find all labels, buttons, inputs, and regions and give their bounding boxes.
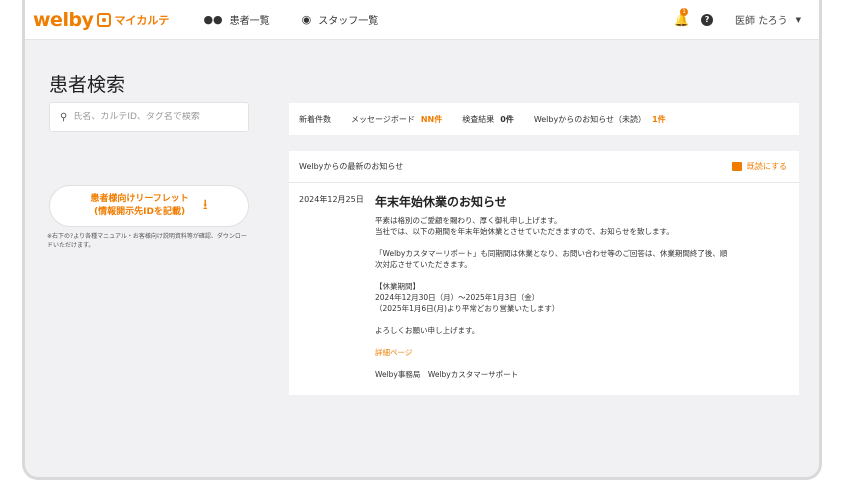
notice-closing: よろしくお願い申し上げます。	[375, 326, 480, 335]
nav-staff-list-label: スタッフ一覧	[318, 16, 379, 27]
stats-message-label: メッセージボード	[351, 114, 415, 124]
notice-date: 2024年12月25日	[299, 195, 364, 204]
people-icon: ●●	[203, 13, 223, 26]
notice-text-line: 平素は格別のご愛顧を賜わり、厚く御礼申し上げます。	[375, 216, 562, 225]
leaflet-label: 患者様向けリーフレット (情報開示先IDを記載)	[90, 193, 188, 219]
detail-page-link[interactable]: 詳細ページ	[375, 347, 412, 358]
leaflet-note: ※右下の?より各種マニュアル・お客様向け説明資料等が確認、ダウンロードいただけま…	[47, 233, 247, 249]
notice-period-resume: （2025年1月6日(月)より平常どおり営業いたします）	[375, 304, 560, 313]
chevron-down-icon[interactable]: ▼	[796, 16, 801, 24]
notice-text-line: 当社では、以下の期間を年末年始休業とさせていただきますので、お知らせを致します。	[375, 227, 674, 236]
leaflet-label-line2: (情報開示先IDを記載)	[94, 207, 186, 217]
search-input[interactable]	[73, 112, 234, 122]
notice-item: 2024年12月25日 年末年始休業のお知らせ 平素は格別のご愛顧を賜わり、厚く…	[289, 183, 799, 391]
logo-subtitle: マイカルテ	[114, 13, 170, 27]
stats-message-count: NN件	[420, 114, 443, 124]
nav-patient-list-label: 患者一覧	[229, 16, 270, 27]
notice-title: 年末年始休業のお知らせ	[375, 195, 507, 209]
notice-signature: Welby事務局 Welbyカスタマーサポート	[375, 370, 519, 379]
header-right: 🔔 1 ? 医師 たろう ▼	[674, 7, 801, 27]
notice-paragraph-2: 「Welbyカスタマーリポート」も同期間は休業となり、お問い合わせ等のご回答は、…	[375, 248, 789, 270]
help-icon[interactable]: ?	[701, 13, 714, 26]
stats-bar: 新着件数 メッセージボード NN件 検査結果 0件 Welbyからのお知らせ（未読）…	[289, 103, 799, 135]
notification-bell-icon[interactable]: 🔔 1	[674, 7, 689, 27]
logo-badge-icon	[97, 12, 112, 27]
mail-icon	[731, 162, 742, 171]
mark-read-button[interactable]: 既読にする	[731, 161, 787, 172]
notice-content: 年末年始休業のお知らせ 平素は格別のご愛顧を賜わり、厚く御礼申し上げます。 当社…	[375, 194, 789, 380]
leaflet-label-line1: 患者様向けリーフレット	[90, 194, 189, 204]
stats-exam[interactable]: 検査結果 0件	[462, 114, 514, 125]
nav-staff-list[interactable]: ◉ スタッフ一覧	[302, 12, 379, 27]
top-bar: welby マイカルテ ●● 患者一覧 ◉ スタッフ一覧 🔔 1 ? 医師 たろう…	[25, 0, 819, 40]
notification-count-badge: 1	[680, 7, 689, 16]
search-icon: ⚲	[60, 111, 68, 123]
nav-patient-list[interactable]: ●● 患者一覧	[203, 12, 269, 27]
notice-period-label: 【休業期間】	[375, 282, 420, 291]
staff-icon: ◉	[301, 13, 312, 26]
stats-message[interactable]: メッセージボード NN件	[351, 114, 442, 125]
stats-unread-label: Welbyからのお知らせ（未読）	[533, 114, 647, 124]
app-frame: welby マイカルテ ●● 患者一覧 ◉ スタッフ一覧 🔔 1 ? 医師 たろう…	[22, 0, 822, 480]
notice-header-title: Welbyからの最新のお知らせ	[299, 162, 404, 171]
mark-read-label: 既読にする	[746, 162, 787, 171]
logo-wordmark: welby	[33, 8, 94, 31]
stats-exam-count: 0件	[500, 114, 514, 124]
notice-text-line: 次対応させていただきます。	[375, 260, 472, 269]
logo[interactable]: welby マイカルテ	[33, 9, 169, 31]
notice-paragraph-1: 平素は格別のご愛顧を賜わり、厚く御礼申し上げます。 当社では、以下の期間を年末年…	[375, 215, 789, 237]
stats-unread[interactable]: Welbyからのお知らせ（未読） 1件	[534, 114, 666, 125]
notice-header: Welbyからの最新のお知らせ 既読にする	[289, 151, 799, 183]
stats-unread-count: 1件	[652, 114, 666, 124]
notice-panel: Welbyからの最新のお知らせ 既読にする 2024年12月25日 年末年始休業…	[289, 151, 799, 395]
page-title: 患者検索	[49, 74, 126, 96]
patient-search: ⚲	[49, 102, 249, 132]
stats-exam-label: 検査結果	[462, 114, 495, 124]
user-name[interactable]: 医師 たろう	[735, 12, 788, 27]
download-icon: ⭳	[202, 197, 208, 213]
notice-text-line: 「Welbyカスタマーリポート」も同期間は休業となり、お問い合わせ等のご回答は、…	[375, 249, 728, 258]
leaflet-download-button[interactable]: 患者様向けリーフレット (情報開示先IDを記載) ⭳	[49, 185, 249, 227]
notice-period-dates: 2024年12月30日（月）～2025年1月3日（金）	[375, 293, 540, 302]
notice-period: 【休業期間】 2024年12月30日（月）～2025年1月3日（金） （2025…	[375, 281, 789, 314]
stats-new-label: 新着件数	[299, 114, 331, 124]
